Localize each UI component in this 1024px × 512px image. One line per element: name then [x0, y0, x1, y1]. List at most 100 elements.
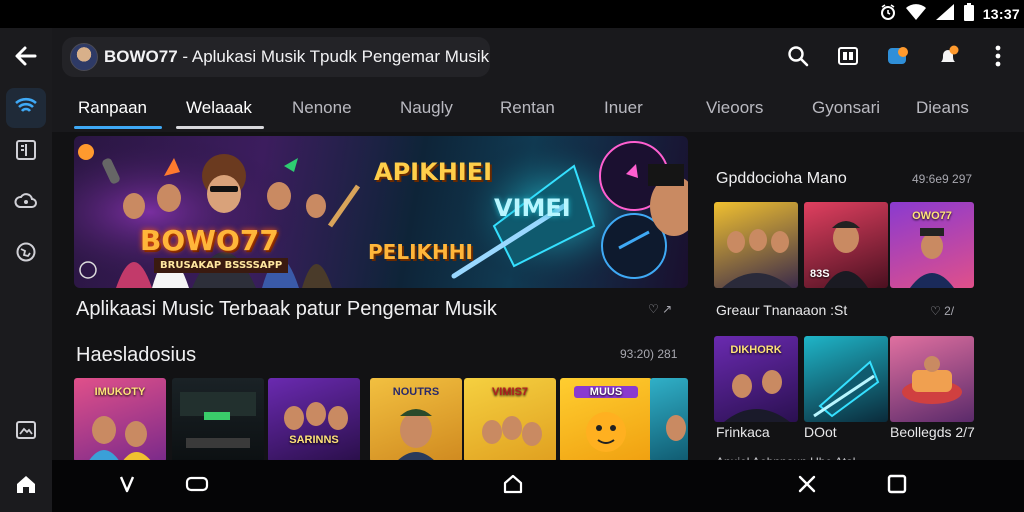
- panel-row2-caption-3[interactable]: Beollegds 2/7: [890, 424, 975, 440]
- rail-item-globe[interactable]: [6, 234, 46, 274]
- tab-secondary-indicator: [176, 126, 264, 129]
- thumbnail-card[interactable]: IMUKOTY: [74, 378, 166, 462]
- section-meta: 93:20) 281: [620, 347, 678, 361]
- app-bar: BOWO77 - Aplukasi Musik Tpudk Pengemar M…: [52, 28, 1024, 88]
- panel-tile[interactable]: DIKHORK: [714, 336, 798, 422]
- rail-item-gallery[interactable]: [6, 412, 46, 452]
- search-button[interactable]: [782, 42, 814, 74]
- profile-icon: [886, 44, 910, 73]
- panel-row2-caption-1[interactable]: Frinkaca: [716, 424, 770, 440]
- section-title: Haesladosius: [76, 344, 197, 366]
- panel-title: Gpddocioha Mano: [716, 170, 847, 187]
- nav-back-button[interactable]: [112, 472, 142, 500]
- side-rail: [0, 28, 52, 460]
- thumbnail-label: MUUS: [574, 386, 638, 398]
- tab-inuer[interactable]: Inuer: [604, 98, 643, 118]
- square-icon: [887, 474, 907, 499]
- back-v-icon: [117, 474, 137, 499]
- cast-button[interactable]: [832, 42, 864, 74]
- tab-ranpaan[interactable]: Ranpaan: [78, 98, 147, 118]
- signal-icon: [935, 3, 955, 26]
- thumbnail-card[interactable]: VIMIS7: [464, 378, 556, 462]
- thumbnail-card[interactable]: [172, 378, 264, 462]
- thumbnail-card[interactable]: MUUS: [560, 378, 652, 462]
- nav-recents-button[interactable]: [182, 472, 212, 500]
- thumbnail-label: NOUTRS: [392, 386, 440, 398]
- battery-icon: [963, 2, 975, 26]
- alarm-icon: [879, 3, 897, 26]
- hero-brand: BOWO77: [140, 224, 279, 257]
- thumbnail-art: [180, 392, 256, 448]
- thumbnail-card[interactable]: NOUTRS: [370, 378, 462, 462]
- tab-dieans[interactable]: Dieans: [916, 98, 969, 118]
- panel-row1-meta: ♡ 2/: [930, 304, 955, 318]
- rail-item-cloud[interactable]: [6, 182, 46, 222]
- panel-meta: 49:6e9 297: [912, 172, 973, 186]
- page-title: BOWO77 - Aplukasi Musik Tpudk Pengemar M…: [104, 47, 489, 67]
- nav-home-button[interactable]: [498, 472, 528, 500]
- cloud-icon: [14, 189, 38, 216]
- navigation-bar: [0, 460, 1024, 512]
- recents-icon: [185, 475, 209, 498]
- tab-nenone[interactable]: Nenone: [292, 98, 352, 118]
- cast-icon: [837, 45, 859, 72]
- back-arrow-icon: [14, 45, 38, 72]
- tab-bar: Ranpaan Welaaak Nenone Naugly Rentan Inu…: [52, 88, 1024, 132]
- tab-welaaak[interactable]: Welaaak: [186, 98, 252, 118]
- profile-button[interactable]: [882, 42, 914, 74]
- panel-tile[interactable]: 83S: [804, 202, 888, 288]
- panel-tile[interactable]: [804, 336, 888, 422]
- tab-rentan[interactable]: Rentan: [500, 98, 555, 118]
- wifi-home-icon: [14, 95, 38, 122]
- panel-tile-art: [722, 229, 792, 288]
- library-icon: [15, 139, 37, 166]
- hero-caption[interactable]: Aplikaasi Music Terbaak patur Pengemar M…: [76, 298, 497, 321]
- notification-button[interactable]: [932, 42, 964, 74]
- panel-tile[interactable]: OWO77: [890, 202, 974, 288]
- thumbnail-label: SARINNS: [289, 434, 339, 446]
- panel-tile[interactable]: [714, 202, 798, 288]
- title-pill[interactable]: BOWO77 - Aplukasi Musik Tpudk Pengemar M…: [62, 37, 490, 77]
- thumbnail-card[interactable]: [650, 378, 688, 462]
- more-button[interactable]: [982, 42, 1014, 74]
- thumbnail-art: [666, 415, 686, 441]
- tab-naugly[interactable]: Naugly: [400, 98, 453, 118]
- close-icon: [797, 474, 817, 499]
- nav-close-button[interactable]: [792, 472, 822, 500]
- panel-row2-caption-2[interactable]: DOot: [804, 424, 837, 440]
- globe-icon: [15, 241, 37, 268]
- nav-square-button[interactable]: [882, 472, 912, 500]
- panel-tile[interactable]: [890, 336, 974, 422]
- avatar[interactable]: [70, 43, 98, 71]
- thumbnail-art: [284, 402, 348, 430]
- back-button[interactable]: [6, 38, 46, 78]
- thumbnail-row: IMUKOTY SARINNS NOUTRS VIMIS7 MUUS: [74, 378, 688, 462]
- hero-right-small: PELIKHHI: [368, 240, 473, 264]
- tab-gyonsari[interactable]: Gyonsari: [812, 98, 880, 118]
- rail-item-home-bottom[interactable]: [0, 460, 52, 512]
- thumbnail-card[interactable]: SARINNS: [268, 378, 360, 462]
- search-icon: [787, 45, 809, 72]
- panel-tile-label: DIKHORK: [730, 344, 782, 356]
- panel-row1-caption[interactable]: Greaur Tnanaaon :St: [716, 302, 847, 318]
- more-vert-icon: [995, 45, 1001, 72]
- panel-tile-label: OWO77: [912, 210, 952, 222]
- tab-vieoors[interactable]: Vieoors: [706, 98, 763, 118]
- hero-banner[interactable]: BOWO77 BRUSAKAP BSSSSAPP APIKHIEI VIMEI …: [74, 136, 688, 288]
- thumbnail-label: VIMIS7: [491, 386, 529, 398]
- home-icon: [502, 474, 524, 499]
- rail-item-home[interactable]: [6, 88, 46, 128]
- hero-right-word: VIMEI: [494, 194, 571, 222]
- title-brand: BOWO77: [104, 47, 178, 66]
- panel-tile-art: [813, 360, 880, 418]
- title-text: - Aplukasi Musik Tpudk Pengemar Musik: [177, 47, 490, 66]
- thumbnail-label: IMUKOTY: [94, 386, 146, 398]
- status-bar: 13:37: [0, 0, 1024, 28]
- rail-item-library[interactable]: [6, 132, 46, 172]
- panel-tile-art: [902, 356, 962, 404]
- home-icon: [15, 473, 37, 500]
- panel-tile-label: 83S: [810, 268, 830, 280]
- wifi-icon: [905, 3, 927, 26]
- gallery-icon: [15, 419, 37, 446]
- hero-brand-sub: BRUSAKAP BSSSSAPP: [154, 258, 289, 273]
